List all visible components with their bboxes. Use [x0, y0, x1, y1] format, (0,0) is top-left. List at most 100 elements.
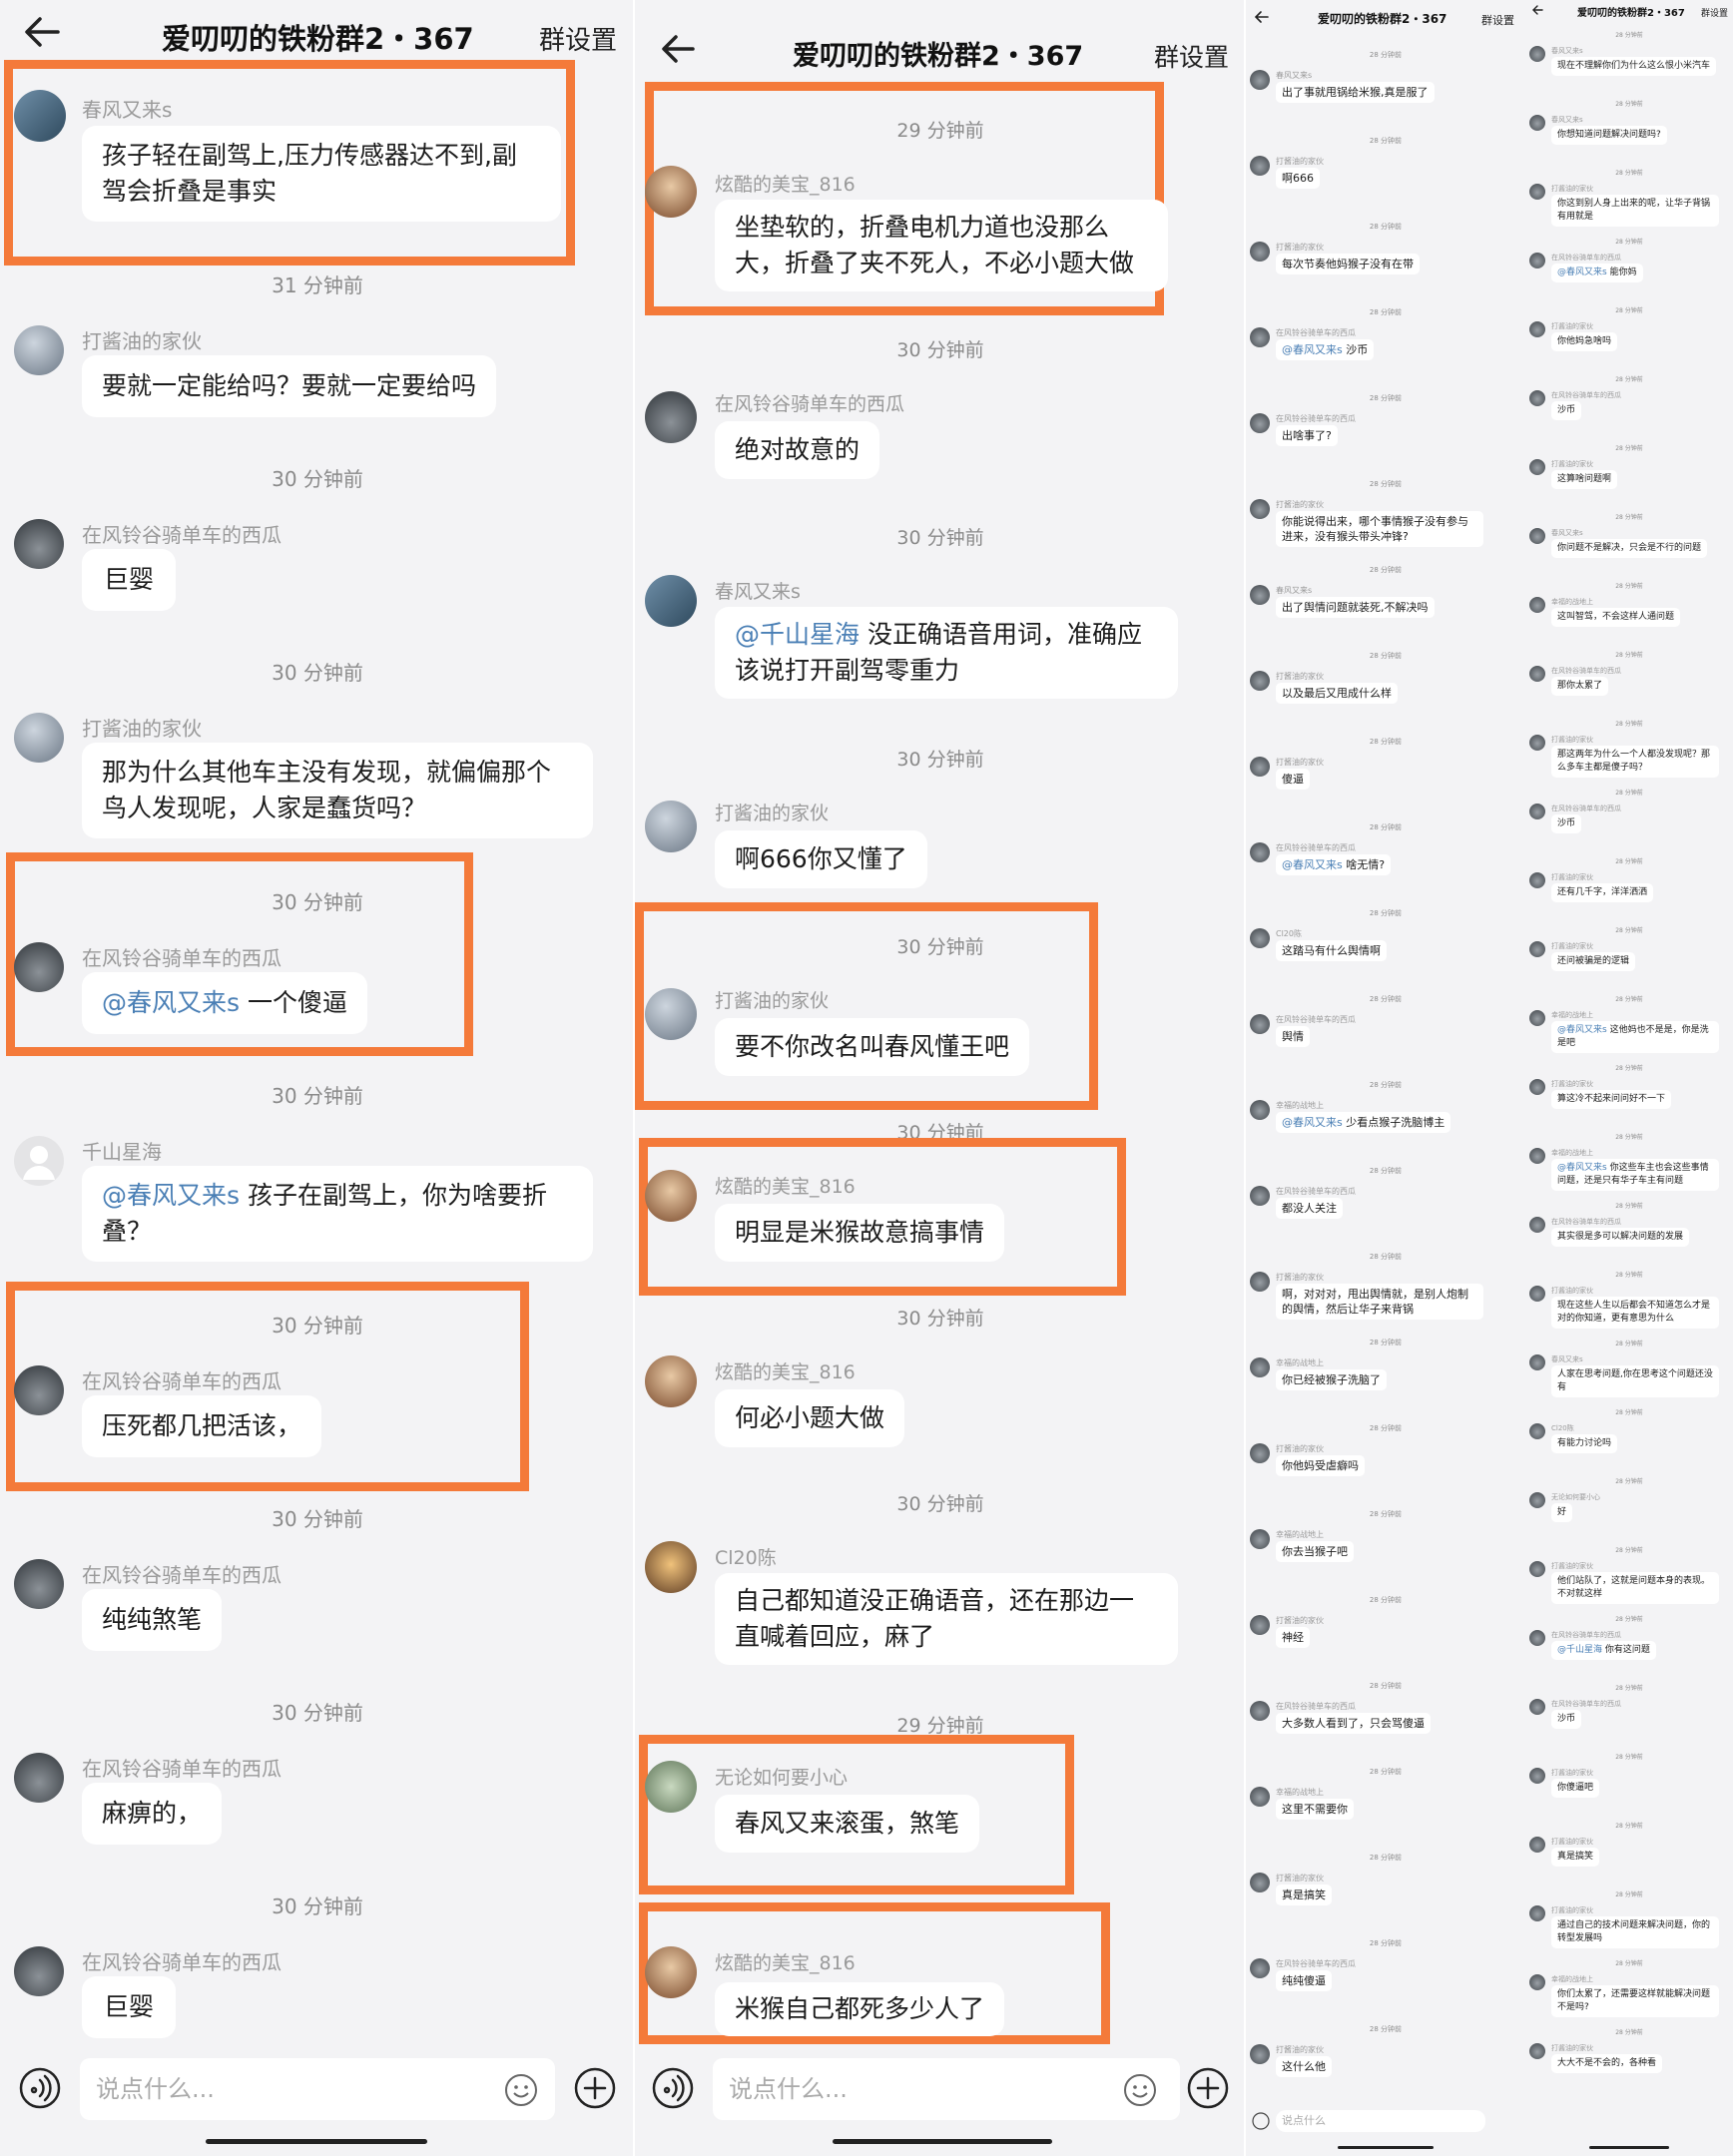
message-bubble[interactable]: 你问题不是解决，只会是不行的问题 [1551, 539, 1708, 558]
mention[interactable]: @春风又来s [102, 1181, 240, 1210]
message-bubble[interactable]: 现在这些人生以后都会不知道怎么才是对的你知道，更有意思为什么 [1551, 1297, 1719, 1329]
message-bubble[interactable]: 每次节奏他妈猴子没有在带 [1276, 254, 1420, 274]
avatar[interactable] [1529, 804, 1545, 819]
avatar[interactable] [1250, 1272, 1270, 1292]
avatar[interactable] [1529, 1354, 1545, 1370]
avatar[interactable] [1250, 1100, 1270, 1120]
message-bubble[interactable]: @春风又来s 孩子在副驾上，你为啥要折叠？ [82, 1166, 593, 1262]
message-bubble[interactable]: 那为什么其他车主没有发现，就偏偏那个鸟人发现呢，人家是蠢货吗？ [82, 743, 593, 838]
emoji-icon[interactable] [1122, 2072, 1158, 2112]
message-bubble[interactable]: 算这冷不起来问问好不一下 [1551, 1090, 1672, 1109]
avatar[interactable] [1529, 528, 1545, 544]
mention[interactable]: @春风又来s [1557, 268, 1607, 277]
group-settings-button[interactable]: 群设置 [1481, 12, 1514, 28]
message-input[interactable]: 说点什么... [713, 2058, 1180, 2120]
avatar[interactable] [1529, 1079, 1545, 1095]
avatar[interactable] [645, 801, 697, 852]
avatar[interactable] [14, 325, 64, 375]
message-bubble[interactable]: 出了舆情问题就装死,不解决吗 [1276, 597, 1435, 618]
back-arrow-icon[interactable] [1254, 10, 1270, 24]
message-bubble[interactable]: 他们站队了，这就是问题本身的表现。不对就这样 [1551, 1572, 1719, 1604]
message-bubble[interactable]: 要就一定能给吗？要就一定要给吗 [82, 355, 497, 417]
message-bubble[interactable]: @春风又来s 你这些车主也会这些事情问题，还是只有华子车主有问题 [1551, 1159, 1719, 1191]
avatar[interactable] [645, 166, 697, 218]
avatar[interactable] [1250, 671, 1270, 691]
message-bubble[interactable]: 其实很是多可以解决问题的发展 [1551, 1228, 1690, 1247]
message-bubble[interactable]: 这算啥问题啊 [1551, 470, 1618, 489]
avatar[interactable] [1250, 1701, 1270, 1721]
message-bubble[interactable]: 你已经被猴子洗脑了 [1276, 1369, 1387, 1390]
message-bubble[interactable]: 那你太累了 [1551, 677, 1609, 696]
avatar[interactable] [1529, 1974, 1545, 1990]
message-bubble[interactable]: 通过自己的技术问题来解决问题，你的转型发展吗 [1551, 1916, 1719, 1948]
message-bubble[interactable]: @春风又来s 沙币 [1276, 339, 1375, 360]
avatar[interactable] [1250, 1443, 1270, 1463]
avatar[interactable] [1529, 1837, 1545, 1853]
avatar[interactable] [1529, 1010, 1545, 1026]
message-bubble[interactable]: 啊，对对对，甩出舆情就，是别人炮制的舆情，然后让华子来背锅 [1276, 1284, 1483, 1320]
back-arrow-icon[interactable] [659, 32, 697, 66]
avatar[interactable] [1250, 1357, 1270, 1377]
mention[interactable]: @千山星海 [735, 620, 860, 649]
avatar[interactable] [1529, 872, 1545, 888]
avatar[interactable] [1250, 2044, 1270, 2064]
message-bubble[interactable]: 出了事就甩锅给米猴,真是服了 [1276, 82, 1435, 103]
message-bubble[interactable]: @春风又来s 一个傻逼 [82, 972, 367, 1034]
avatar[interactable] [14, 519, 64, 569]
avatar[interactable] [1250, 928, 1270, 948]
group-settings-button[interactable]: 群设置 [1701, 6, 1728, 19]
avatar[interactable] [645, 988, 697, 1040]
message-bubble[interactable]: 你去当猴子吧 [1276, 1541, 1354, 1562]
avatar[interactable] [1529, 1905, 1545, 1921]
message-bubble[interactable]: 真是搞笑 [1276, 1885, 1332, 1905]
voice-icon[interactable] [651, 2066, 695, 2114]
avatar[interactable] [1250, 242, 1270, 262]
mention[interactable]: @春风又来s [1557, 1025, 1607, 1035]
message-bubble[interactable]: 有能力讨论吗 [1551, 1434, 1618, 1453]
avatar[interactable] [1529, 1423, 1545, 1439]
message-bubble[interactable]: 现在不理解你们为什么这么恨小米汽车 [1551, 57, 1717, 76]
avatar[interactable] [645, 1761, 697, 1813]
avatar[interactable] [1250, 156, 1270, 176]
message-bubble[interactable]: @千山星海 你有这问题 [1551, 1641, 1656, 1660]
avatar[interactable] [645, 1170, 697, 1222]
avatar[interactable] [1529, 2043, 1545, 2059]
message-bubble[interactable]: @春风又来s 这他妈也不是是，你是洗是吧 [1551, 1021, 1719, 1053]
message-bubble[interactable]: 傻逼 [1276, 769, 1310, 790]
message-bubble[interactable]: 你他妈受虐癖吗 [1276, 1455, 1365, 1476]
avatar[interactable] [1250, 1186, 1270, 1206]
message-bubble[interactable]: 啊666你又懂了 [715, 830, 927, 888]
voice-icon[interactable] [18, 2066, 62, 2114]
mention[interactable]: @春风又来s [1282, 858, 1343, 871]
message-bubble[interactable]: 大大不是不会的，各种看 [1551, 2054, 1663, 2073]
message-bubble[interactable]: 人家在思考问题,你在思考这个问题还没有 [1551, 1365, 1719, 1397]
avatar[interactable] [645, 391, 697, 443]
mention[interactable]: @春风又来s [1282, 1116, 1343, 1129]
avatar[interactable] [14, 713, 64, 763]
message-bubble[interactable]: 大多数人看到了，只会骂傻逼 [1276, 1713, 1431, 1734]
avatar[interactable] [1529, 597, 1545, 613]
mention[interactable]: @春风又来s [1557, 1163, 1607, 1173]
message-bubble[interactable]: 还有几千字，洋洋洒洒 [1551, 883, 1654, 902]
avatar[interactable] [1529, 1492, 1545, 1508]
avatar[interactable] [1250, 1529, 1270, 1549]
emoji-icon[interactable] [503, 2072, 539, 2112]
message-bubble[interactable]: 都没人关注 [1276, 1198, 1343, 1219]
message-bubble[interactable]: 巨婴 [82, 1976, 177, 2038]
message-bubble[interactable]: 纯纯傻逼 [1276, 1970, 1332, 1991]
message-bubble[interactable]: 要不你改名叫春风懂王吧 [715, 1018, 1030, 1076]
avatar[interactable] [1250, 70, 1270, 90]
avatar[interactable] [645, 1946, 697, 1998]
avatar[interactable] [1250, 1958, 1270, 1978]
avatar[interactable] [14, 1946, 64, 1996]
group-settings-button[interactable]: 群设置 [1154, 38, 1229, 74]
avatar[interactable] [1250, 585, 1270, 605]
avatar[interactable] [1250, 842, 1270, 862]
message-bubble[interactable]: 好 [1551, 1503, 1573, 1522]
message-bubble[interactable]: 巨婴 [82, 549, 177, 611]
avatar[interactable] [1529, 46, 1545, 62]
plus-icon[interactable] [1186, 2066, 1230, 2114]
back-arrow-icon[interactable] [1531, 4, 1543, 16]
message-bubble[interactable]: 沙币 [1551, 814, 1582, 833]
avatar[interactable] [1250, 1873, 1270, 1892]
